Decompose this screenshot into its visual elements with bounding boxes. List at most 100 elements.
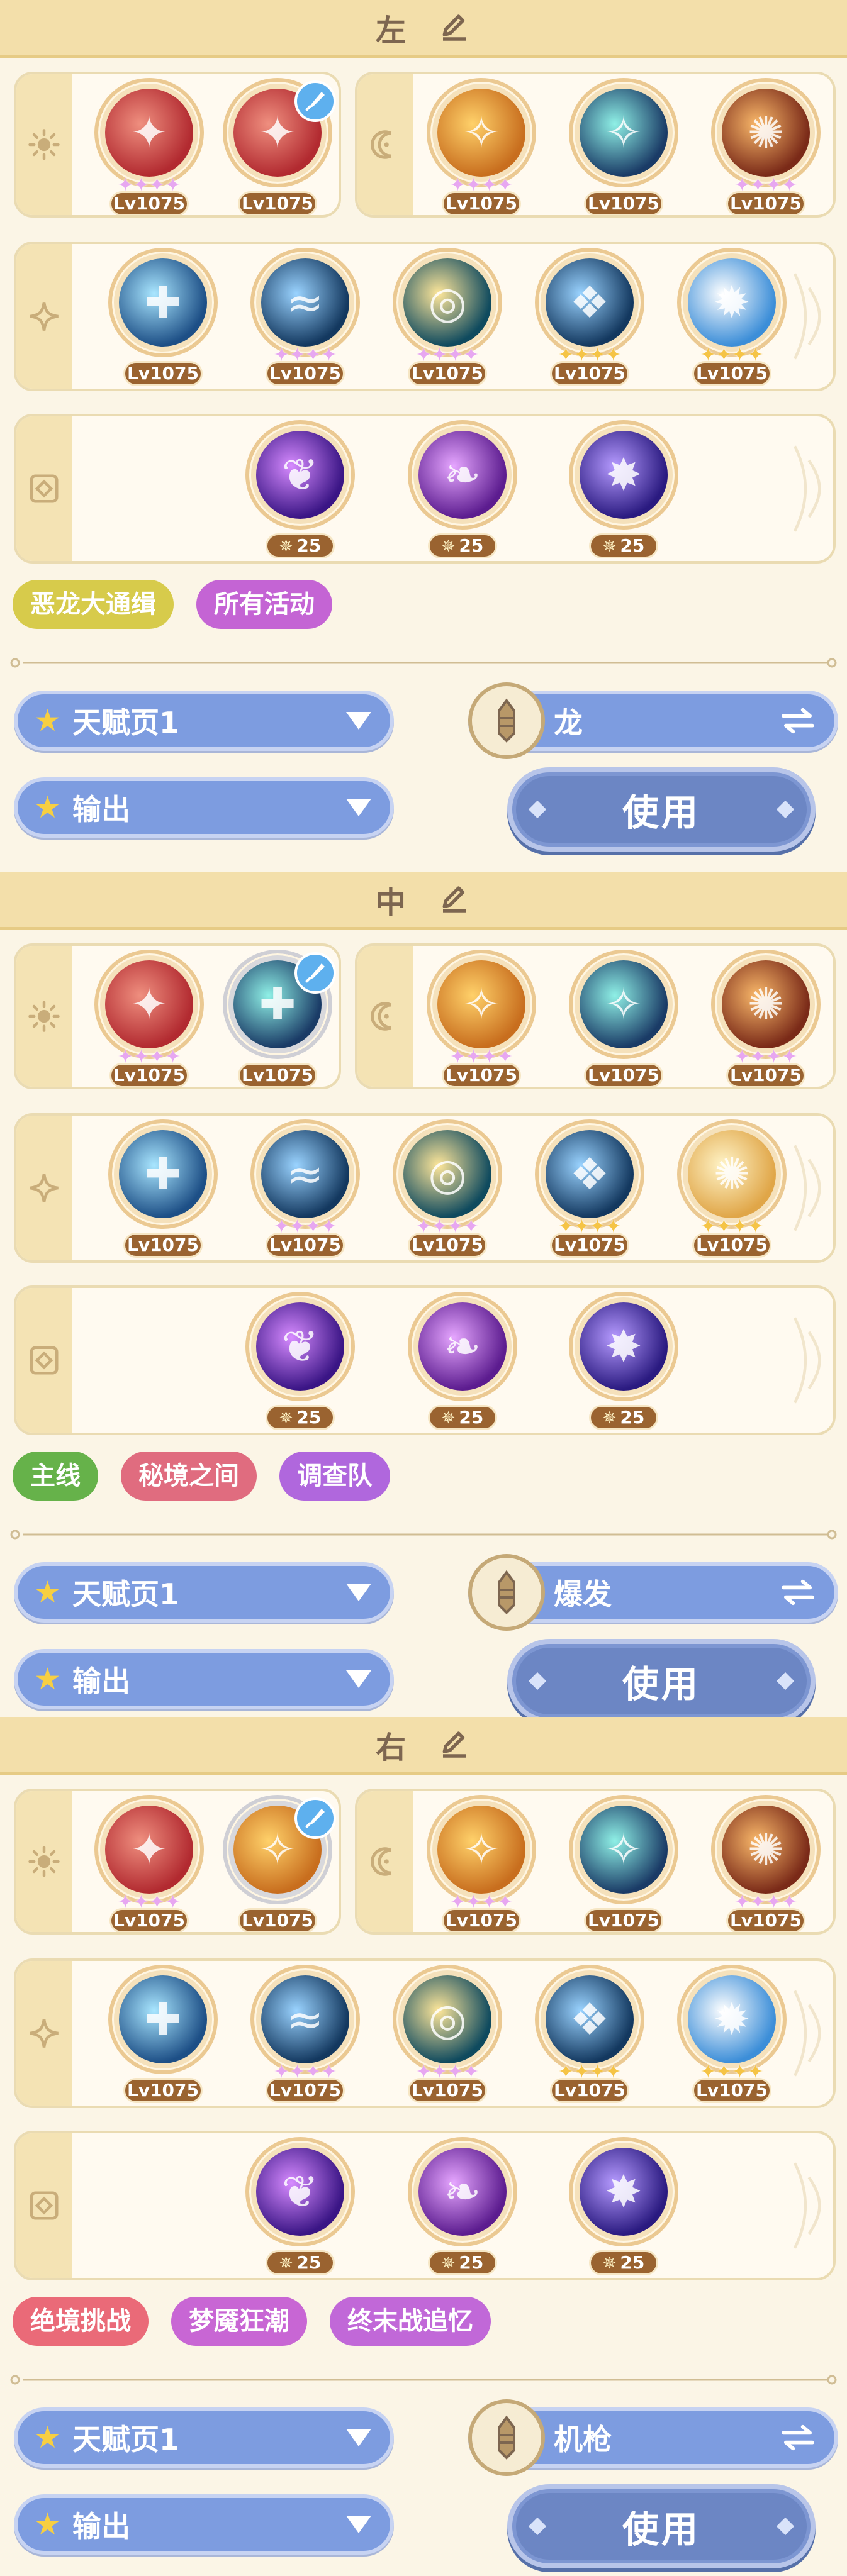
character-slot[interactable]: ❖ ✦ ✦ ✦ ✦ Lv1075 <box>531 248 648 389</box>
edit-icon[interactable] <box>437 882 471 916</box>
portrait-art: ✸ <box>605 449 642 501</box>
character-portrait: ✧ <box>580 960 668 1048</box>
level-badge: Lv1075 <box>692 1233 771 1258</box>
relic-strip <box>16 416 72 561</box>
character-slot[interactable]: ✧ Lv1075 <box>565 950 682 1087</box>
character-slot[interactable]: ✦ ✦ ✦ ✦ ✦ Lv1075 <box>91 1795 208 1932</box>
character-slot[interactable]: ✺ ✦ ✦ ✦ ✦ Lv1075 <box>707 950 824 1087</box>
mode-label: 输出 <box>72 2509 131 2543</box>
relic-slot[interactable]: ✸ ✵ 25 <box>565 2137 682 2278</box>
talent-page-dropdown[interactable]: ★ 天赋页1 <box>14 691 394 751</box>
character-slot[interactable]: ✺ ✦ ✦ ✦ ✦ Lv1075 <box>707 1795 824 1932</box>
character-slot[interactable]: ◎ ✦ ✦ ✦ ✦ Lv1075 <box>389 1119 506 1260</box>
scene-tag[interactable]: 调查队 <box>279 1452 390 1501</box>
level-badge: Lv1075 <box>584 1063 663 1087</box>
character-slot[interactable]: ◎ ✦ ✦ ✦ ✦ Lv1075 <box>389 1965 506 2106</box>
talent-page-label: 天赋页1 <box>72 1577 180 1611</box>
weapon-avatar[interactable] <box>468 682 545 759</box>
scene-tag[interactable]: 梦魇狂潮 <box>171 2297 307 2346</box>
use-button[interactable]: 使用 <box>507 767 816 852</box>
section-divider <box>10 2375 837 2385</box>
character-slot[interactable]: ❖ ✦ ✦ ✦ ✦ Lv1075 <box>531 1119 648 1260</box>
relic-slot[interactable]: ❧ ✵ 25 <box>404 420 521 561</box>
portrait-frame: ✚ <box>108 1965 218 2074</box>
sparkle-panel: ✚ Lv1075 ≈ ✦ ✦ ✦ ✦ Lv1075 ◎ ✦ ✦ ✦ ✦ Lv1075 ❖ ✦ ✦ ✦ ✦ Lv1075… <box>14 1113 836 1263</box>
character-slot[interactable]: ✚ Lv1075 <box>219 950 336 1087</box>
level-badge: Lv1075 <box>442 191 521 215</box>
use-button[interactable]: 使用 <box>507 2484 816 2568</box>
portrait-frame: ✸ <box>569 420 678 530</box>
relic-slot[interactable]: ❦ ✵ 25 <box>242 2137 359 2278</box>
character-slot[interactable]: ✧ Lv1075 <box>565 78 682 215</box>
tag-list: 恶龙大通缉 所有活动 <box>13 580 332 629</box>
portrait-art: ❧ <box>444 1321 481 1372</box>
edit-icon[interactable] <box>437 1728 471 1762</box>
character-slot[interactable]: ≈ ✦ ✦ ✦ ✦ Lv1075 <box>247 1119 364 1260</box>
scene-tag[interactable]: 主线 <box>13 1452 98 1501</box>
character-slot[interactable]: ✧ Lv1075 <box>565 1795 682 1932</box>
scene-tag[interactable]: 恶龙大通缉 <box>13 580 174 629</box>
character-slot[interactable]: ✦ Lv1075 <box>219 78 336 215</box>
scene-tag[interactable]: 所有活动 <box>196 580 332 629</box>
relic-slot[interactable]: ✸ ✵ 25 <box>565 1292 682 1433</box>
portrait-frame: ❦ <box>245 2137 355 2246</box>
character-slot[interactable]: ✚ Lv1075 <box>104 1119 222 1260</box>
portrait-frame: ✺ <box>711 78 821 187</box>
character-slot[interactable]: ✹ ✦ ✦ ✦ ✦ Lv1075 <box>673 248 790 389</box>
character-slot[interactable]: ✧ ✦ ✦ ✦ ✦ Lv1075 <box>423 1795 540 1932</box>
character-slot[interactable]: ✧ ✦ ✦ ✦ ✦ Lv1075 <box>423 78 540 215</box>
portrait-art: ≈ <box>286 1148 324 1200</box>
character-slot[interactable]: ≈ ✦ ✦ ✦ ✦ Lv1075 <box>247 1965 364 2106</box>
relic-slot[interactable]: ❦ ✵ 25 <box>242 1292 359 1433</box>
relic-slot[interactable]: ✸ ✵ 25 <box>565 420 682 561</box>
character-slot[interactable]: ❖ ✦ ✦ ✦ ✦ Lv1075 <box>531 1965 648 2106</box>
level-badge: Lv1075 <box>238 191 317 215</box>
moon-icon <box>371 130 392 159</box>
character-portrait: ◎ <box>403 1975 491 2063</box>
character-slot[interactable]: ✚ Lv1075 <box>104 248 222 389</box>
scene-tag[interactable]: 终末战追忆 <box>330 2297 491 2346</box>
character-slot[interactable]: ◎ ✦ ✦ ✦ ✦ Lv1075 <box>389 248 506 389</box>
weapon-label: 爆发 <box>554 1577 612 1611</box>
portrait-frame: ≈ <box>250 248 360 357</box>
star-icon: ★ <box>34 1662 62 1697</box>
character-portrait: ✧ <box>437 960 525 1048</box>
sparkle-icon <box>30 2019 59 2048</box>
weapon-avatar[interactable] <box>468 2399 545 2476</box>
portrait-art: ✦ <box>130 979 168 1030</box>
section-header: 中 <box>0 872 847 930</box>
talent-page-dropdown[interactable]: ★ 天赋页1 <box>14 1562 394 1623</box>
character-portrait: ✦ <box>105 89 193 177</box>
swap-arrows-icon[interactable] <box>779 706 817 735</box>
weapon-avatar[interactable] <box>468 1554 545 1631</box>
level-badge: Lv1075 <box>726 1908 805 1932</box>
relic-slot[interactable]: ❧ ✵ 25 <box>404 1292 521 1433</box>
character-slot[interactable]: ✺ ✦ ✦ ✦ ✦ Lv1075 <box>707 78 824 215</box>
character-slot[interactable]: ≈ ✦ ✦ ✦ ✦ Lv1075 <box>247 248 364 389</box>
edit-icon[interactable] <box>437 11 471 45</box>
mode-dropdown[interactable]: ★ 输出 <box>14 1649 394 1709</box>
mode-dropdown[interactable]: ★ 输出 <box>14 2494 394 2555</box>
scene-tag[interactable]: 绝境挑战 <box>13 2297 149 2346</box>
moon-panel: ✧ ✦ ✦ ✦ ✦ Lv1075 ✧ Lv1075 ✺ ✦ ✦ ✦ ✦ Lv1075 <box>355 1789 836 1935</box>
character-slot[interactable]: ✦ ✦ ✦ ✦ ✦ Lv1075 <box>91 78 208 215</box>
portrait-art: ❦ <box>281 2166 319 2218</box>
relic-slot[interactable]: ❦ ✵ 25 <box>242 420 359 561</box>
mode-dropdown[interactable]: ★ 输出 <box>14 777 394 838</box>
character-slot[interactable]: ✦ ✦ ✦ ✦ ✦ Lv1075 <box>91 950 208 1087</box>
character-slot[interactable]: ✺ ✦ ✦ ✦ ✦ Lv1075 <box>673 1119 790 1260</box>
scene-tag[interactable]: 秘境之间 <box>121 1452 257 1501</box>
sparkle-panel: ✚ Lv1075 ≈ ✦ ✦ ✦ ✦ Lv1075 ◎ ✦ ✦ ✦ ✦ Lv1075 ❖ ✦ ✦ ✦ ✦ Lv1075… <box>14 242 836 391</box>
character-slot[interactable]: ✚ Lv1075 <box>104 1965 222 2106</box>
section-divider <box>10 658 837 668</box>
swap-arrows-icon[interactable] <box>779 2423 817 2452</box>
character-slot[interactable]: ✹ ✦ ✦ ✦ ✦ Lv1075 <box>673 1965 790 2106</box>
diamond-ornament <box>528 2517 547 2536</box>
character-slot[interactable]: ✧ Lv1075 <box>219 1795 336 1932</box>
character-slot[interactable]: ✧ ✦ ✦ ✦ ✦ Lv1075 <box>423 950 540 1087</box>
talent-page-dropdown[interactable]: ★ 天赋页1 <box>14 2407 394 2468</box>
chevron-down-icon <box>346 1670 371 1688</box>
relic-slot[interactable]: ❧ ✵ 25 <box>404 2137 521 2278</box>
swap-arrows-icon[interactable] <box>779 1578 817 1607</box>
use-button[interactable]: 使用 <box>507 1639 816 1723</box>
